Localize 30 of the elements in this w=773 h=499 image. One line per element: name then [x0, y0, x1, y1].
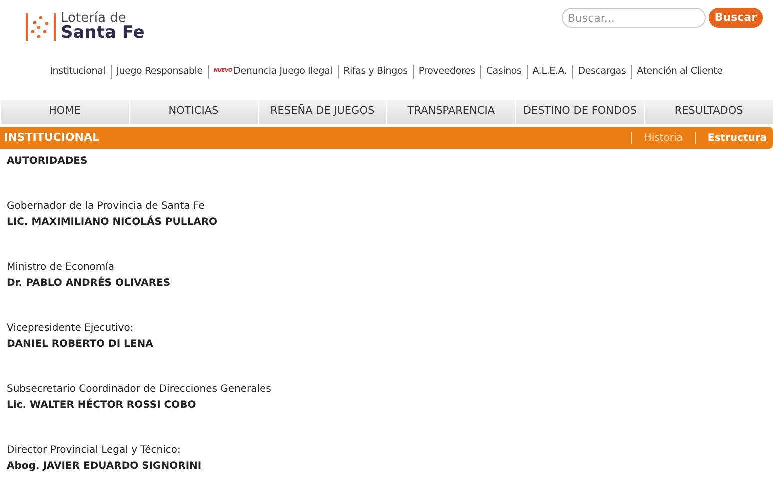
authority-name: Lic. WALTER HÉCTOR ROSSI COBO — [7, 398, 198, 413]
authority-role: Director Provincial Legal y Técnico: — [7, 444, 182, 458]
main-nav-tab[interactable]: TRANSPARENCIA — [386, 100, 516, 124]
top-nav-link[interactable]: Descargas — [578, 64, 626, 80]
top-nav-link[interactable]: A.L.E.A. — [532, 64, 568, 80]
authority-name: DANIEL ROBERTO DI LENA — [7, 338, 154, 352]
top-nav-link[interactable]: Casinos — [486, 64, 522, 80]
authority-role: Ministro de Economía — [7, 261, 116, 275]
authority-role: Vicepresidente Ejecutivo: — [7, 322, 135, 336]
logo-text: Lotería de — [61, 12, 126, 25]
authority-name: LIC. MAXIMILIANO NICOLÁS PULLARO — [7, 215, 219, 230]
search-field[interactable]: Buscar... — [562, 8, 706, 28]
content-heading: AUTORIDADES — [7, 155, 89, 169]
logo-dots-icon — [26, 13, 56, 41]
top-nav-link[interactable]: Institucional — [50, 64, 106, 80]
top-nav-link[interactable]: Proveedores — [418, 64, 476, 80]
logo-text: Santa Fe — [61, 25, 145, 42]
top-nav-link[interactable]: Juego Responsable — [116, 64, 203, 80]
main-nav-tab[interactable]: RESEÑA DE JUEGOS — [258, 100, 386, 124]
authority-role: Gobernador de la Provincia de Santa Fe — [7, 200, 206, 214]
section-title: INSTITUCIONAL — [4, 130, 100, 146]
authority-role: Subsecretario Coordinador de Direcciones Generales — [7, 383, 272, 397]
main-nav-tab[interactable]: RESULTADOS — [644, 100, 773, 124]
authority-name: Dr. PABLO ANDRÉS OLIVARES — [7, 276, 172, 291]
main-nav-tab[interactable]: DESTINO DE FONDOS — [515, 100, 644, 124]
main-nav-tab[interactable]: NOTICIAS — [128, 100, 258, 124]
authority-name: Abog. JAVIER EDUARDO SIGNORINI — [7, 460, 203, 474]
main-nav-tab[interactable]: HOME — [0, 100, 129, 124]
top-nav-link[interactable]: Rifas y Bingos — [344, 64, 408, 80]
top-nav-link[interactable]: Atención al Cliente — [637, 64, 723, 80]
